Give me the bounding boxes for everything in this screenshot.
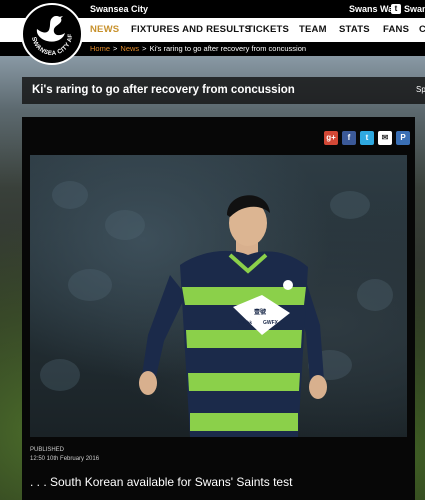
club-logo[interactable]: SWANSEA CITY AFC (21, 3, 83, 65)
published-date: 12:50 10th February 2016 (30, 456, 100, 462)
twitter-icon[interactable]: t (391, 4, 401, 14)
player-illustration: 壹號 24k.hk GWFX (40, 181, 393, 437)
breadcrumb-news[interactable]: News (120, 44, 139, 53)
nav-stats[interactable]: STATS (339, 24, 370, 35)
club-name: Swansea City (90, 4, 149, 14)
nav-more[interactable]: C (419, 24, 425, 35)
shirt-sponsor: GWFX (263, 320, 279, 326)
google-plus-icon[interactable]: g+ (324, 131, 338, 145)
article-subtitle: . . . South Korean available for Swans' … (30, 475, 293, 489)
published-label: PUBLISHED (30, 447, 65, 453)
article-card: g+ f t ✉ P 壹號 24k.hk GWFX PUBLISHED 12:5… (22, 117, 415, 500)
breadcrumb-separator: > (113, 44, 118, 53)
breadcrumb-separator: > (142, 44, 147, 53)
nav-fans[interactable]: FANS (383, 24, 409, 35)
twitter-icon[interactable]: t (360, 131, 374, 145)
page-title-band: Ki's raring to go after recovery from co… (22, 77, 425, 104)
title-band-truncated-text[interactable]: Sp (416, 85, 425, 94)
facebook-icon[interactable]: f (342, 131, 356, 145)
swan-crest-icon: SWANSEA CITY AFC (23, 5, 74, 57)
print-icon[interactable]: P (396, 131, 410, 145)
breadcrumb-current: Ki's raring to go after recovery from co… (149, 44, 307, 53)
nav-news[interactable]: NEWS (90, 24, 119, 35)
page-title: Ki's raring to go after recovery from co… (32, 84, 295, 96)
publish-info: PUBLISHED 12:50 10th February 2016 (30, 446, 99, 464)
article-photo: 壹號 24k.hk GWFX (30, 155, 407, 437)
nav-fixtures-and-results[interactable]: FIXTURES AND RESULTS (131, 24, 251, 35)
nav-tickets[interactable]: TICKETS (247, 24, 289, 35)
shirt-glyph: 壹號 (254, 308, 266, 316)
nav-team[interactable]: TEAM (299, 24, 327, 35)
email-icon[interactable]: ✉ (378, 131, 392, 145)
swans-link[interactable]: Swan (404, 4, 425, 14)
breadcrumb-home[interactable]: Home (90, 44, 110, 53)
shirt-sponsor-small: 24k.hk (238, 320, 253, 325)
